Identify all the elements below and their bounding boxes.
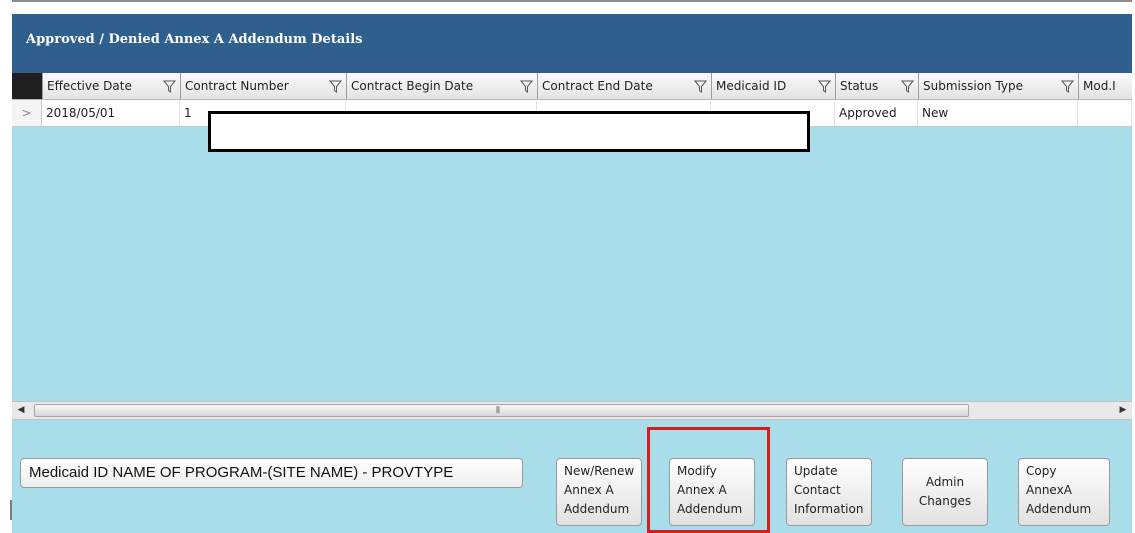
funnel-filter-icon[interactable] [1061, 80, 1074, 93]
column-header-status[interactable]: Status [835, 73, 918, 99]
program-select-field[interactable]: Medicaid ID NAME OF PROGRAM-(SITE NAME) … [20, 458, 523, 488]
column-header-submission-type[interactable]: Submission Type [918, 73, 1078, 99]
funnel-filter-icon[interactable] [694, 80, 707, 93]
funnel-filter-icon[interactable] [163, 80, 176, 93]
funnel-filter-icon[interactable] [520, 80, 533, 93]
column-header-label: Submission Type [923, 79, 1024, 93]
window-left-edge [10, 500, 12, 520]
row-indicator-header [12, 73, 42, 99]
cell-effective-date: 2018/05/01 [42, 100, 180, 126]
button-label-line: Annex A [677, 483, 727, 497]
column-header-label: Mod.I [1083, 79, 1116, 93]
horizontal-scrollbar[interactable]: ◀ ⦀ ▶ [12, 401, 1132, 420]
copy-annexa-addendum-button[interactable]: Copy AnnexA Addendum [1018, 458, 1110, 526]
button-label-line: New/Renew [564, 464, 635, 478]
column-header-contract-begin-date[interactable]: Contract Begin Date [346, 73, 537, 99]
row-expand-indicator[interactable]: > [12, 100, 42, 126]
app-window: Approved / Denied Annex A Addendum Detai… [0, 0, 1135, 533]
column-header-label: Contract Number [185, 79, 289, 93]
funnel-filter-icon[interactable] [329, 80, 342, 93]
modify-annex-a-addendum-button[interactable]: Modify Annex A Addendum [669, 458, 755, 526]
panel-title: Approved / Denied Annex A Addendum Detai… [12, 14, 1132, 73]
button-label-line: Addendum [1026, 502, 1092, 516]
funnel-filter-icon[interactable] [901, 80, 914, 93]
column-header-label: Medicaid ID [716, 79, 787, 93]
addendum-details-panel: Approved / Denied Annex A Addendum Detai… [12, 14, 1132, 533]
button-label-line: Annex A [564, 483, 614, 497]
button-label-line: Addendum [564, 502, 630, 516]
button-label-line: AnnexA [1026, 483, 1072, 497]
cell-status: Approved [835, 100, 918, 126]
button-label-line: Admin [925, 475, 965, 489]
column-header-label: Effective Date [47, 79, 132, 93]
scroll-thumb[interactable]: ⦀ [34, 404, 969, 417]
column-header-medicaid-id[interactable]: Medicaid ID [711, 73, 835, 99]
new-renew-annex-a-addendum-button[interactable]: New/Renew Annex A Addendum [556, 458, 642, 526]
column-header-label: Contract Begin Date [351, 79, 474, 93]
redaction-box [208, 111, 810, 152]
button-label-line: Update [794, 464, 838, 478]
button-label-stack: Admin Changes [919, 473, 971, 511]
button-label-line: Information [794, 502, 864, 516]
column-header-contract-end-date[interactable]: Contract End Date [537, 73, 711, 99]
column-header-label: Contract End Date [542, 79, 653, 93]
column-header-effective-date[interactable]: Effective Date [42, 73, 180, 99]
column-header-label: Status [840, 79, 879, 93]
button-label-line: Addendum [677, 502, 743, 516]
button-label-line: Modify [677, 464, 717, 478]
grid-header-row: Effective Date Contract Number Contract … [12, 73, 1132, 100]
admin-changes-button[interactable]: Admin Changes [902, 458, 988, 526]
button-label-line: Contact [794, 483, 841, 497]
update-contact-information-button[interactable]: Update Contact Information [786, 458, 872, 526]
grip-icon: ⦀ [496, 406, 500, 416]
column-header-contract-number[interactable]: Contract Number [180, 73, 346, 99]
cell-submission-type: New [918, 100, 1078, 126]
scroll-right-arrow-icon[interactable]: ▶ [1114, 402, 1132, 419]
button-label-line: Changes [918, 494, 972, 508]
cell-mod [1078, 100, 1132, 126]
column-header-mod[interactable]: Mod.I [1078, 73, 1132, 99]
funnel-filter-icon[interactable] [818, 80, 831, 93]
button-label-line: Copy [1026, 464, 1057, 478]
scroll-left-arrow-icon[interactable]: ◀ [12, 402, 30, 419]
